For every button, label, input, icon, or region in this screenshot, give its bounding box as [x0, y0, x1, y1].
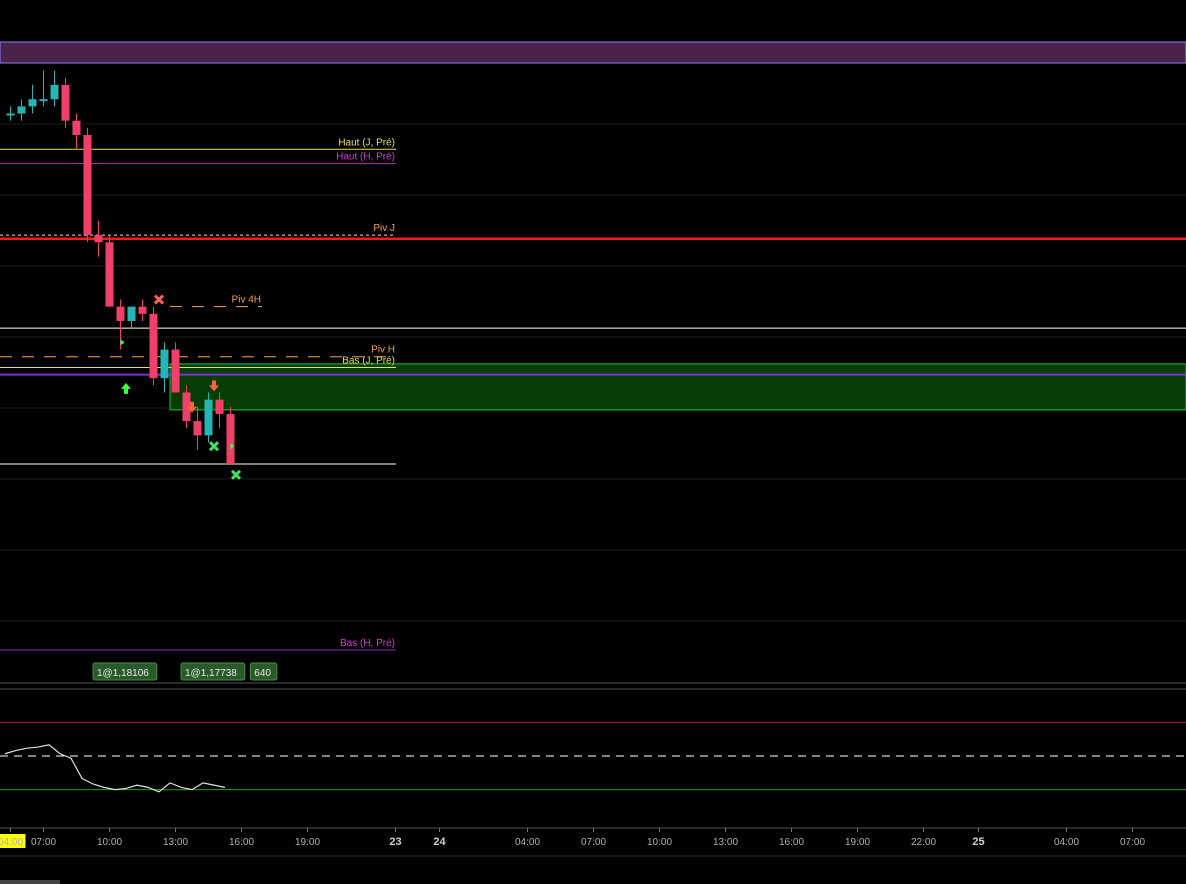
level-label: Bas (H, Pré) [340, 638, 395, 649]
order-label-text[interactable]: 640 [254, 668, 271, 679]
tick-label: 22:00 [911, 837, 936, 848]
level-label: Piv H [371, 345, 395, 356]
zone-0 [0, 41, 1186, 64]
tick-label: 25 [972, 836, 984, 848]
zone-1 [169, 363, 1186, 411]
tick-label: 07:00 [1120, 837, 1145, 848]
tick-label: 10:00 [97, 837, 122, 848]
candle-body [116, 306, 125, 321]
tick-label: 13:00 [163, 837, 188, 848]
candle-body [105, 242, 114, 307]
candle-body [160, 349, 169, 379]
level-label: Bas (J, Pré) [342, 355, 395, 366]
order-label-text[interactable]: 1@1,18106 [97, 668, 149, 679]
candle-body [6, 113, 15, 116]
candle-body [17, 106, 26, 114]
candle-body [39, 99, 48, 102]
order-label-text[interactable]: 1@1,17738 [185, 668, 237, 679]
tick-label: 04:00 [1054, 837, 1079, 848]
candle-body [72, 120, 81, 135]
tick-label: 07:00 [31, 837, 56, 848]
level-label: Haut (J, Pré) [338, 137, 395, 148]
candle-body [61, 84, 70, 121]
candlestick-chart[interactable]: Haut (J, Pré) Haut (H, Pré) Piv J Piv 4H Piv… [0, 0, 1186, 884]
tick-label: 04:00 [0, 837, 23, 848]
tick-label: 10:00 [647, 837, 672, 848]
candle-body [193, 421, 202, 436]
candle-body [83, 134, 92, 236]
candle-body [50, 84, 59, 100]
candle-body [226, 413, 235, 465]
tick-label: 16:00 [779, 837, 804, 848]
level-label: Piv 4H [232, 295, 261, 306]
tick-label: 19:00 [845, 837, 870, 848]
tick-label: 07:00 [581, 837, 606, 848]
candle-body [204, 399, 213, 436]
tick-label: 24 [433, 836, 446, 848]
tick-label: 23 [389, 836, 401, 848]
tick-label: 16:00 [229, 837, 254, 848]
tick-label: 04:00 [515, 837, 540, 848]
candle-body [149, 313, 158, 379]
scrollbar-thumb [0, 880, 60, 884]
candle-body [127, 306, 136, 321]
candle-body [171, 349, 180, 393]
candle-body [28, 99, 37, 107]
chart-background [0, 0, 1186, 884]
level-label: Piv J [373, 223, 395, 234]
candle-body [138, 306, 147, 314]
candle-body [94, 235, 103, 243]
tick-label: 19:00 [295, 837, 320, 848]
tick-label: 13:00 [713, 837, 738, 848]
level-label: Haut (H, Pré) [336, 152, 395, 163]
candle-body [215, 399, 224, 414]
